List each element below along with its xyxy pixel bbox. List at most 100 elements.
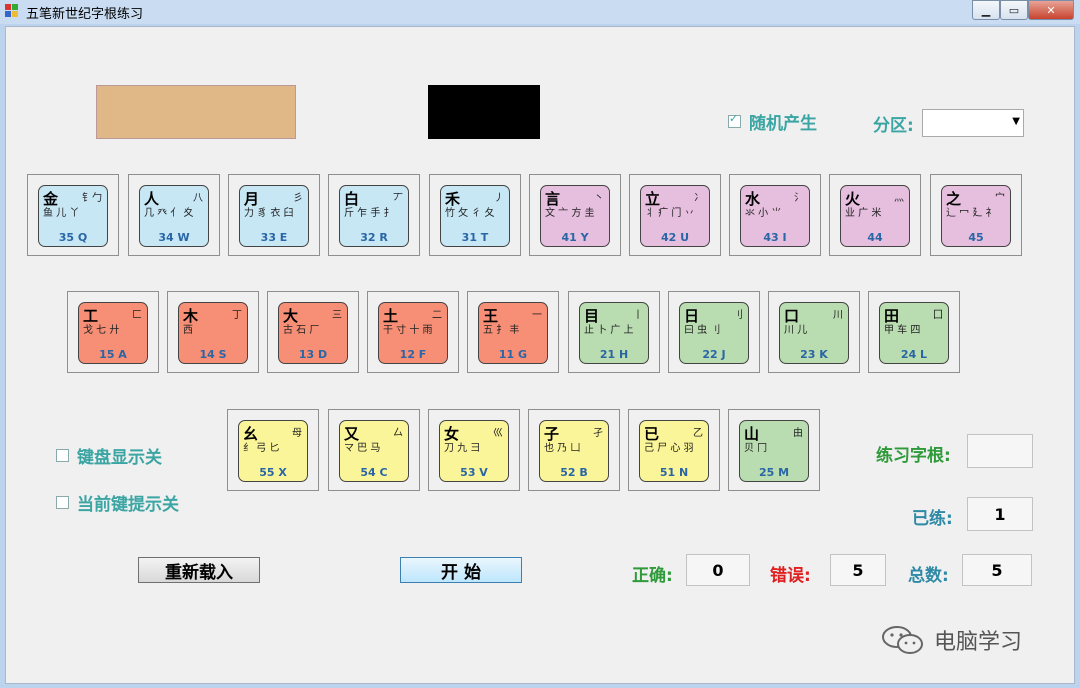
keyboard-key[interactable]: 言 丶文 亠 方 圭 41 Y: [540, 185, 610, 247]
key-main-root: 又: [344, 425, 360, 443]
key-code: 53 V: [460, 466, 488, 479]
maximize-button[interactable]: ▭: [1000, 0, 1028, 20]
keyboard-key[interactable]: 大 三古 石 厂 13 D: [278, 302, 348, 364]
key-roots: 甲 车 四: [884, 325, 921, 336]
keyboard-key[interactable]: 田 囗甲 车 四 24 L: [879, 302, 949, 364]
keyboard-key[interactable]: 幺 母纟 弓 匕 55 X: [238, 420, 308, 482]
keyboard-key[interactable]: 又 厶マ 巴 马 54 C: [339, 420, 409, 482]
keyboard-display-label: 键盘显示关: [77, 448, 162, 468]
correct-value: 0: [686, 554, 750, 586]
keyboard-key[interactable]: 之 宀辶 冖 廴 礻 45: [941, 185, 1011, 247]
keyboard-key[interactable]: 目 丨止 卜 广 上 21 H: [579, 302, 649, 364]
practice-root-label: 练习字根:: [876, 446, 951, 466]
key-main-root: 口: [784, 307, 800, 325]
key-roots: 竹 攵 彳 夂: [445, 208, 495, 219]
key-side-root: 母: [292, 428, 302, 439]
key-code: 34 W: [158, 231, 190, 244]
key-roots: 贝 冂: [744, 443, 768, 454]
current-key-hint-toggle[interactable]: 当前键提示关: [56, 490, 179, 515]
done-value: 1: [967, 497, 1033, 531]
keyboard-key[interactable]: 口 川川 儿 23 K: [779, 302, 849, 364]
random-checkbox[interactable]: 随机产生: [728, 109, 817, 134]
keyboard-key[interactable]: 女 巛刀 九 彐 53 V: [439, 420, 509, 482]
keyboard-key[interactable]: 人 八几 癶 亻 夊 34 W: [139, 185, 209, 247]
keyboard-key[interactable]: 月 彡力 豸 衣 臼 33 E: [239, 185, 309, 247]
key-frame: 工 匚戈 七 廾 15 A: [67, 291, 159, 373]
key-side-root: 彡: [293, 193, 303, 204]
random-label: 随机产生: [749, 114, 817, 134]
key-frame: 木 丁西 14 S: [167, 291, 259, 373]
key-code: 51 N: [659, 466, 689, 479]
keyboard-key[interactable]: 白 丆斤 乍 手 扌 32 R: [339, 185, 409, 247]
key-side-root: 巛: [493, 428, 503, 439]
key-code: 22 J: [702, 348, 726, 361]
key-code: 32 R: [360, 231, 388, 244]
keyboard-key[interactable]: 子 孑也 乃 凵 52 B: [539, 420, 609, 482]
keyboard-key[interactable]: 工 匚戈 七 廾 15 A: [78, 302, 148, 364]
keyboard-key[interactable]: 王 一五 扌 丰 11 G: [478, 302, 548, 364]
key-frame: 山 由贝 冂 25 M: [728, 409, 820, 491]
app-icon: [5, 4, 19, 18]
key-roots: 业 广 米: [845, 208, 882, 219]
key-code: 11 G: [498, 348, 528, 361]
key-roots: 斤 乍 手 扌: [344, 208, 394, 219]
keyboard-key[interactable]: 水 氵氺 小 ⺌ 43 I: [740, 185, 810, 247]
key-frame: 又 厶マ 巴 马 54 C: [328, 409, 420, 491]
keyboard-key[interactable]: 禾 丿竹 攵 彳 夂 31 T: [440, 185, 510, 247]
keyboard-key[interactable]: 日 刂曰 虫 刂 22 J: [679, 302, 749, 364]
keyboard-display-toggle[interactable]: 键盘显示关: [56, 443, 162, 468]
key-roots: 西: [183, 325, 193, 336]
key-code: 21 H: [599, 348, 629, 361]
key-side-root: 乙: [693, 428, 703, 439]
key-main-root: 女: [444, 425, 460, 443]
keyboard-key[interactable]: 山 由贝 冂 25 M: [739, 420, 809, 482]
keyboard-display-check-icon[interactable]: [56, 449, 69, 462]
key-main-root: 幺: [243, 425, 259, 443]
correct-label: 正确:: [632, 566, 673, 586]
random-check-icon[interactable]: [728, 112, 741, 128]
key-main-root: 立: [645, 190, 661, 208]
total-label: 总数:: [908, 566, 949, 586]
keyboard-key[interactable]: 木 丁西 14 S: [178, 302, 248, 364]
keyboard-key[interactable]: 土 二干 寸 十 雨 12 F: [378, 302, 448, 364]
keyboard-key[interactable]: 立 冫丬 疒 门 丷 42 U: [640, 185, 710, 247]
key-main-root: 言: [545, 190, 561, 208]
total-value: 5: [962, 554, 1032, 586]
key-main-root: 月: [244, 190, 260, 208]
key-main-root: 王: [483, 307, 499, 325]
key-roots: 力 豸 衣 臼: [244, 208, 294, 219]
close-button[interactable]: ✕: [1028, 0, 1074, 20]
key-roots: 氺 小 ⺌: [745, 208, 782, 219]
title-bar: 五笔新世纪字根练习 ▁ ▭ ✕: [0, 0, 1080, 24]
key-frame: 目 丨止 卜 广 上 21 H: [568, 291, 660, 373]
current-key-hint-check-icon[interactable]: [56, 496, 69, 509]
key-code: 23 K: [800, 348, 828, 361]
keyboard-key[interactable]: 火 灬业 广 米 44: [840, 185, 910, 247]
minimize-button[interactable]: ▁: [972, 0, 1000, 20]
watermark: 电脑学习: [880, 624, 1022, 656]
key-frame: 水 氵氺 小 ⺌ 43 I: [729, 174, 821, 256]
key-code: 35 Q: [58, 231, 88, 244]
key-side-root: 刂: [733, 310, 743, 321]
key-main-root: 山: [744, 425, 760, 443]
key-frame: 土 二干 寸 十 雨 12 F: [367, 291, 459, 373]
key-roots: 鱼 儿 丫: [43, 208, 80, 219]
key-code: 24 L: [900, 348, 928, 361]
key-side-root: 丁: [232, 310, 242, 321]
wrong-label: 错误:: [770, 566, 811, 586]
start-button[interactable]: 开 始: [400, 557, 522, 583]
zone-select[interactable]: ▼: [922, 109, 1024, 137]
key-frame: 金 钅勹鱼 儿 丫 35 Q: [27, 174, 119, 256]
key-frame: 女 巛刀 九 彐 53 V: [428, 409, 520, 491]
keyboard-key[interactable]: 金 钅勹鱼 儿 丫 35 Q: [38, 185, 108, 247]
practice-root-field[interactable]: [967, 434, 1033, 468]
wrong-value: 5: [830, 554, 886, 586]
key-roots: 纟 弓 匕: [243, 443, 280, 454]
key-roots: 己 尸 心 羽: [644, 443, 694, 454]
reload-button[interactable]: 重新载入: [138, 557, 260, 583]
keyboard-key[interactable]: 已 乙己 尸 心 羽 51 N: [639, 420, 709, 482]
key-frame: 言 丶文 亠 方 圭 41 Y: [529, 174, 621, 256]
key-side-root: 一: [532, 310, 542, 321]
key-main-root: 白: [344, 190, 360, 208]
key-main-root: 田: [884, 307, 900, 325]
